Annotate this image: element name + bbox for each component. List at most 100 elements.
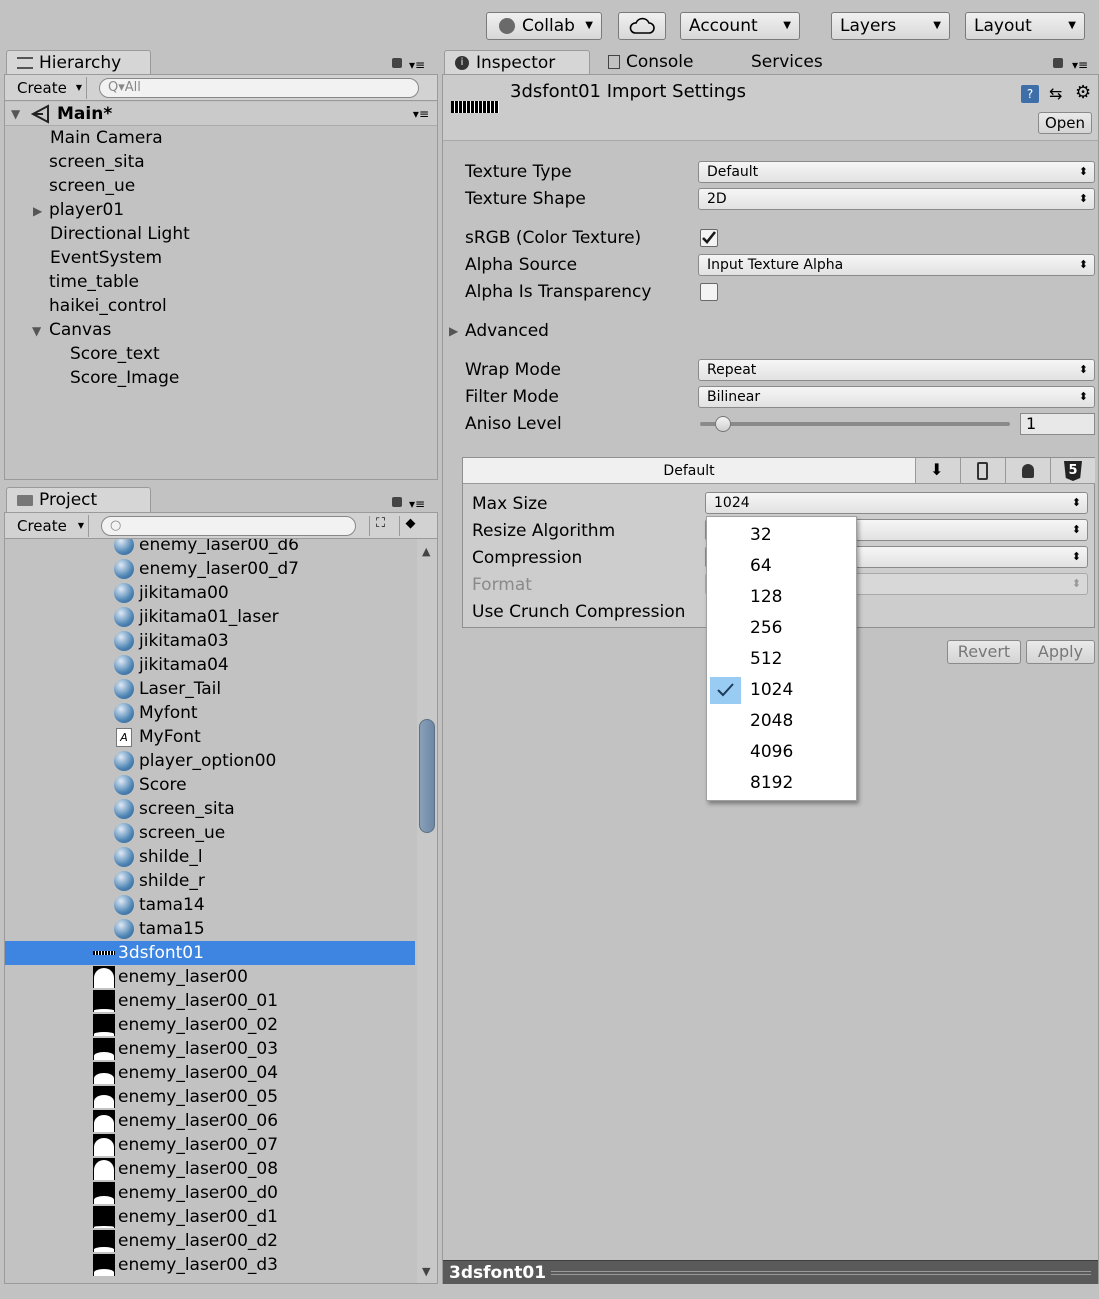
hierarchy-item[interactable]: Canvas <box>49 318 111 342</box>
hierarchy-item[interactable]: screen_sita <box>49 150 145 174</box>
platform-tab-default[interactable]: Default <box>463 458 915 484</box>
lock-icon[interactable] <box>1053 58 1063 68</box>
expand-arrow-icon[interactable]: ▶ <box>33 204 42 218</box>
project-item[interactable]: Myfont <box>5 701 415 725</box>
project-item[interactable]: screen_ue <box>5 821 415 845</box>
hierarchy-item[interactable]: screen_ue <box>49 174 135 198</box>
layout-button[interactable]: Layout ▼ <box>965 12 1085 40</box>
max-size-option[interactable]: 64 <box>707 551 856 582</box>
project-item[interactable]: enemy_laser00 <box>5 965 415 989</box>
collapse-arrow-icon[interactable]: ▼ <box>32 324 41 338</box>
hierarchy-item[interactable]: player01 <box>49 198 124 222</box>
hierarchy-item[interactable]: EventSystem <box>50 246 162 270</box>
scroll-up-icon[interactable]: ▲ <box>422 545 430 558</box>
tab-hierarchy[interactable]: Hierarchy <box>6 50 151 76</box>
project-item[interactable]: enemy_laser00_d0 <box>5 1181 415 1205</box>
srgb-checkbox[interactable] <box>700 229 718 247</box>
advanced-foldout[interactable]: Advanced <box>465 319 549 343</box>
aniso-level-input[interactable]: 1 <box>1020 413 1095 435</box>
max-size-option[interactable]: 32 <box>707 520 856 551</box>
open-button[interactable]: Open <box>1038 112 1092 134</box>
project-item[interactable]: shilde_r <box>5 869 415 893</box>
project-item[interactable]: enemy_laser00_04 <box>5 1061 415 1085</box>
max-size-option[interactable]: 128 <box>707 582 856 613</box>
project-item[interactable]: enemy_laser00_01 <box>5 989 415 1013</box>
filter-by-type-icon[interactable]: ⛶ <box>369 516 391 536</box>
tab-project[interactable]: Project <box>6 487 151 513</box>
tab-console[interactable]: Console <box>626 50 694 74</box>
platform-tab-webgl[interactable]: 5 <box>1050 458 1095 484</box>
project-search-input[interactable]: ○ <box>101 516 356 536</box>
hierarchy-create-button[interactable]: Create ▼ <box>9 77 87 99</box>
project-scrollbar[interactable]: ▲ ▼ <box>417 539 437 1283</box>
project-item[interactable]: player_option00 <box>5 749 415 773</box>
lock-icon[interactable] <box>392 497 402 507</box>
expand-arrow-icon[interactable]: ▼ <box>11 107 20 121</box>
project-item[interactable]: enemy_laser00_06 <box>5 1109 415 1133</box>
hierarchy-item[interactable]: Score_text <box>70 342 160 366</box>
panel-menu-icon[interactable]: ▾≡ <box>1072 59 1088 71</box>
lock-icon[interactable] <box>392 58 402 68</box>
gear-icon[interactable]: ⚙ <box>1075 82 1091 103</box>
scroll-down-icon[interactable]: ▼ <box>422 1265 430 1278</box>
project-item[interactable]: enemy_laser00_08 <box>5 1157 415 1181</box>
cloud-button[interactable] <box>618 12 666 40</box>
apply-button[interactable]: Apply <box>1026 640 1095 664</box>
hierarchy-item[interactable]: haikei_control <box>49 294 167 318</box>
texture-shape-dropdown[interactable]: 2D ⬍ <box>698 188 1095 210</box>
max-size-option[interactable]: 1024 <box>707 675 856 706</box>
project-item[interactable]: enemy_laser00_03 <box>5 1037 415 1061</box>
project-item[interactable]: tama14 <box>5 893 415 917</box>
panel-menu-icon[interactable]: ▾≡ <box>409 59 425 71</box>
tab-inspector[interactable]: i Inspector <box>444 50 590 76</box>
aniso-slider-track[interactable] <box>700 422 1010 426</box>
project-item[interactable]: Laser_Tail <box>5 677 415 701</box>
hierarchy-search-input[interactable]: Q▾All <box>99 78 419 98</box>
panel-menu-icon[interactable]: ▾≡ <box>413 102 429 126</box>
collab-button[interactable]: Collab ▼ <box>486 12 602 40</box>
project-item[interactable]: A MyFont <box>5 725 415 749</box>
platform-tab-ios[interactable] <box>960 458 1005 484</box>
account-button[interactable]: Account ▼ <box>680 12 800 40</box>
max-size-option[interactable]: 8192 <box>707 768 856 799</box>
advanced-arrow-icon[interactable]: ▶ <box>449 324 458 338</box>
project-item[interactable]: enemy_laser00_07 <box>5 1133 415 1157</box>
project-item[interactable]: 3dsfont01 <box>5 941 415 965</box>
project-item[interactable]: enemy_laser00_d3 <box>5 1253 415 1277</box>
project-item[interactable]: enemy_laser00_02 <box>5 1013 415 1037</box>
hierarchy-item[interactable]: Score_Image <box>70 366 179 390</box>
help-icon[interactable]: ? <box>1021 85 1039 103</box>
project-item[interactable]: enemy_laser00_d2 <box>5 1229 415 1253</box>
project-item[interactable]: jikitama03 <box>5 629 415 653</box>
project-item[interactable]: Score <box>5 773 415 797</box>
alpha-source-dropdown[interactable]: Input Texture Alpha ⬍ <box>698 254 1095 276</box>
project-item[interactable]: enemy_laser00_d1 <box>5 1205 415 1229</box>
project-item[interactable]: jikitama00 <box>5 581 415 605</box>
project-item[interactable]: enemy_laser00_d7 <box>5 557 415 581</box>
scroll-thumb[interactable] <box>419 719 435 833</box>
project-item[interactable]: jikitama01_laser <box>5 605 415 629</box>
max-size-dropdown[interactable]: 1024 ⬍ <box>705 492 1088 514</box>
project-item[interactable]: tama15 <box>5 917 415 941</box>
tab-services[interactable]: Services <box>751 50 823 74</box>
max-size-option[interactable]: 256 <box>707 613 856 644</box>
hierarchy-item[interactable]: Directional Light <box>50 222 190 246</box>
alpha-transparency-checkbox[interactable] <box>700 283 718 301</box>
project-item[interactable]: enemy_laser00_05 <box>5 1085 415 1109</box>
platform-tab-standalone[interactable]: ⬇ <box>915 458 960 484</box>
project-create-button[interactable]: Create ▼ <box>9 515 89 537</box>
revert-button[interactable]: Revert <box>947 640 1021 664</box>
wrap-mode-dropdown[interactable]: Repeat ⬍ <box>698 359 1095 381</box>
hierarchy-item[interactable]: time_table <box>49 270 139 294</box>
max-size-option[interactable]: 512 <box>707 644 856 675</box>
project-item[interactable]: enemy_laser00_d6 <box>5 539 415 557</box>
texture-type-dropdown[interactable]: Default ⬍ <box>698 161 1095 183</box>
project-item[interactable]: shilde_l <box>5 845 415 869</box>
layers-button[interactable]: Layers ▼ <box>831 12 950 40</box>
project-item[interactable]: screen_sita <box>5 797 415 821</box>
project-item[interactable]: jikitama04 <box>5 653 415 677</box>
scene-header[interactable]: ▼ Main* ▾≡ <box>5 102 437 126</box>
max-size-option[interactable]: 4096 <box>707 737 856 768</box>
platform-tab-android[interactable] <box>1005 458 1050 484</box>
max-size-option[interactable]: 2048 <box>707 706 856 737</box>
